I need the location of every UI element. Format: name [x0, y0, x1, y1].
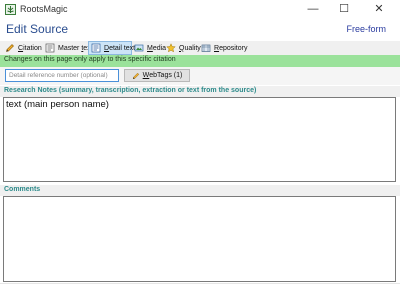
tab-repository-label: epository — [219, 44, 248, 52]
pencil-icon — [6, 44, 14, 52]
page-title: Edit Source — [6, 22, 69, 36]
document-icon — [45, 43, 55, 53]
dialog-header: Edit Source Free-form — [0, 19, 400, 41]
close-button[interactable]: ✕ — [364, 0, 394, 19]
detail-document-icon — [91, 43, 101, 53]
webtags-button[interactable]: WebTags (1) — [124, 69, 190, 82]
research-notes-textarea[interactable]: text (main person name) — [3, 97, 396, 182]
comments-label: Comments — [4, 186, 41, 193]
star-icon — [166, 43, 176, 53]
tab-master-text[interactable]: Master text — [43, 41, 93, 55]
free-form-link[interactable]: Free-form — [346, 24, 386, 34]
window-title: RootsMagic — [20, 4, 68, 14]
tab-citation[interactable]: Citation — [3, 41, 43, 55]
webtags-label: ebTags (1) — [149, 72, 183, 79]
repository-icon — [201, 44, 211, 52]
research-notes-header: Research Notes (summary, transcription, … — [0, 86, 400, 97]
webtags-accel: W — [142, 72, 150, 79]
tab-quality[interactable]: Quality — [164, 41, 201, 55]
pencil-icon — [132, 72, 139, 79]
rootsmagic-app-icon — [5, 4, 16, 15]
tab-media[interactable]: Media — [132, 41, 166, 55]
maximize-button[interactable]: ☐ — [329, 0, 359, 19]
reference-bar: WebTags (1) — [0, 67, 400, 85]
media-icon — [134, 44, 144, 52]
comments-header: Comments — [0, 185, 400, 196]
research-notes-label: Research Notes (summary, transcription, … — [4, 87, 257, 94]
tab-citation-label: itation — [23, 44, 42, 52]
comments-textarea[interactable] — [3, 196, 396, 282]
title-bar: RootsMagic — ☐ ✕ — [0, 0, 400, 19]
minimize-button[interactable]: — — [298, 0, 328, 19]
tab-detail-text[interactable]: Detail text — [88, 41, 135, 55]
research-notes-text: text (main person name) — [6, 99, 109, 110]
tab-master-label-pre: Master — [58, 44, 82, 52]
tab-repository[interactable]: Repository — [199, 41, 248, 55]
tab-bar: Citation Master text Detail text Media Q… — [0, 41, 400, 55]
citation-notice-bar: Changes on this page only apply to this … — [0, 55, 400, 67]
detail-reference-input[interactable] — [5, 69, 119, 82]
notice-text: Changes on this page only apply to this … — [4, 56, 176, 63]
